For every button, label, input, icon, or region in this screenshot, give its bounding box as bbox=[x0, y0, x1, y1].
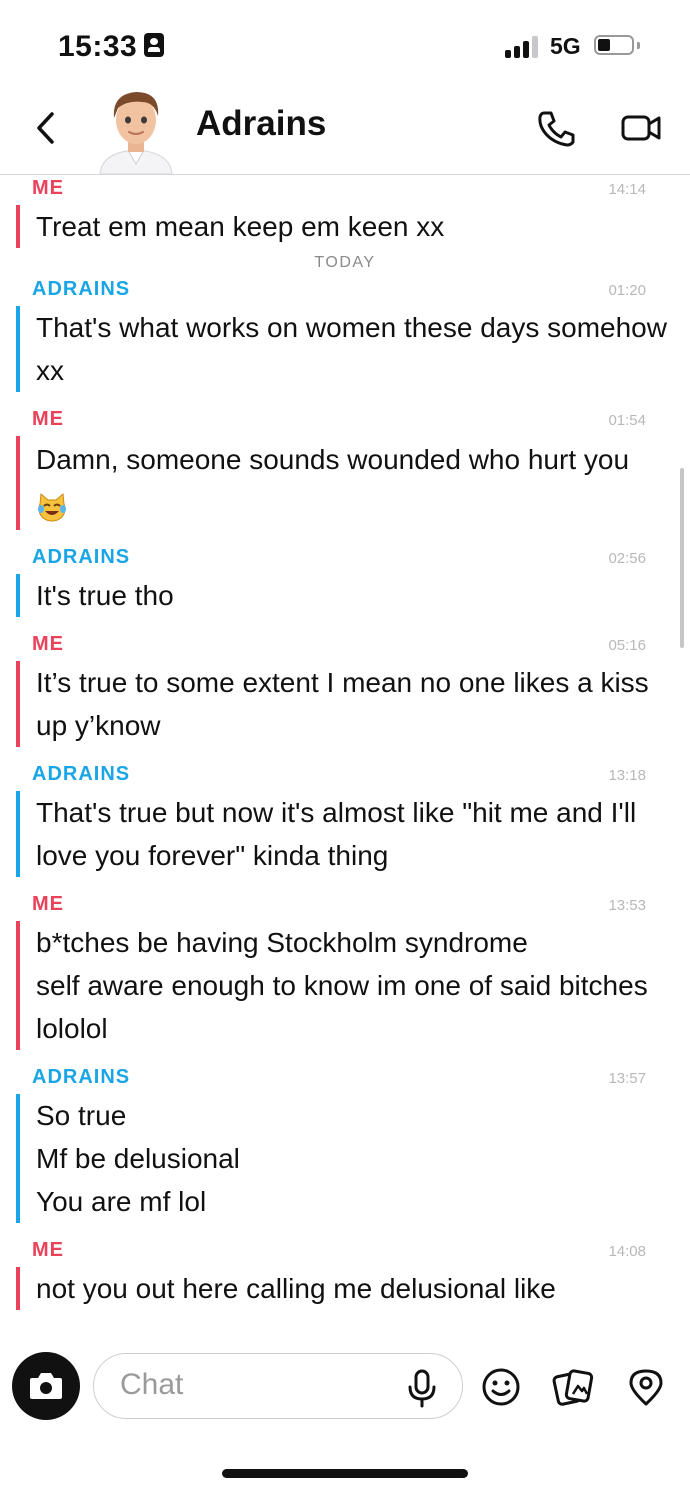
location-pin-icon[interactable] bbox=[625, 1366, 667, 1408]
back-arrow-icon[interactable] bbox=[30, 108, 64, 148]
status-bar: 15:33 5G bbox=[0, 0, 690, 88]
message-text: Damn, someone sounds wounded who hurt yo… bbox=[16, 436, 670, 530]
video-call-icon[interactable] bbox=[620, 108, 662, 148]
sender-label: ADRAINS bbox=[32, 546, 131, 568]
chat-input-placeholder: Chat bbox=[120, 1368, 184, 1401]
chat-header: Adrains bbox=[0, 88, 690, 175]
camera-button[interactable] bbox=[12, 1352, 80, 1420]
message-time: 02:56 bbox=[608, 550, 646, 567]
signal-icon bbox=[505, 36, 539, 58]
camera-icon bbox=[30, 1373, 62, 1399]
message-item[interactable]: ME 01:54 Damn, someone sounds wounded who… bbox=[0, 406, 690, 530]
battery-icon bbox=[594, 35, 634, 55]
message-item[interactable]: ADRAINS 13:18 That's true but now it's al… bbox=[0, 761, 690, 877]
microphone-icon[interactable] bbox=[404, 1368, 440, 1408]
chat-input[interactable]: Chat bbox=[93, 1353, 463, 1419]
composer-bar: Chat bbox=[0, 1340, 690, 1493]
home-indicator[interactable] bbox=[222, 1469, 468, 1478]
message-time: 13:57 bbox=[608, 1070, 646, 1087]
battery-cap bbox=[637, 42, 640, 49]
message-time: 14:14 bbox=[608, 181, 646, 198]
scrollbar[interactable] bbox=[680, 468, 684, 648]
message-time: 01:20 bbox=[608, 282, 646, 299]
id-card-icon bbox=[144, 33, 164, 57]
phone-icon[interactable] bbox=[536, 108, 578, 148]
message-item[interactable]: ME 14:08 not you out here calling me delu… bbox=[0, 1237, 690, 1310]
message-list[interactable]: ME 14:14 Treat em mean keep em keen xx TO… bbox=[0, 175, 690, 1340]
network-label: 5G bbox=[550, 33, 581, 59]
sender-label: ME bbox=[32, 1239, 64, 1261]
message-text: That's true but now it's almost like "hi… bbox=[16, 791, 670, 877]
sender-label: ADRAINS bbox=[32, 763, 131, 785]
message-text: It’s true to some extent I mean no one l… bbox=[16, 661, 670, 747]
message-item[interactable]: ADRAINS 02:56 It's true tho bbox=[0, 544, 690, 617]
message-text: b*tches be having Stockholm syndrome sel… bbox=[16, 921, 670, 1050]
message-item[interactable]: ADRAINS 01:20 That's what works on women … bbox=[0, 276, 690, 392]
message-time: 14:08 bbox=[608, 1243, 646, 1260]
message-text: So true Mf be delusional You are mf lol bbox=[16, 1094, 670, 1223]
battery-fill bbox=[598, 39, 610, 51]
smiley-icon[interactable] bbox=[480, 1366, 522, 1408]
message-text-content: Damn, someone sounds wounded who hurt yo… bbox=[36, 444, 630, 475]
memories-cards-icon[interactable] bbox=[552, 1366, 594, 1408]
sender-label: ME bbox=[32, 893, 64, 915]
avatar[interactable] bbox=[98, 80, 174, 174]
message-item[interactable]: ME 05:16 It’s true to some extent I mean … bbox=[0, 631, 690, 747]
status-time: 15:33 bbox=[58, 30, 138, 63]
message-text: not you out here calling me delusional l… bbox=[16, 1267, 670, 1310]
message-text: Treat em mean keep em keen xx bbox=[16, 205, 670, 248]
message-item[interactable]: ADRAINS 13:57 So true Mf be delusional Yo… bbox=[0, 1064, 690, 1223]
sender-label: ADRAINS bbox=[32, 1066, 131, 1088]
sender-label: ME bbox=[32, 408, 64, 430]
message-text: That's what works on women these days so… bbox=[16, 306, 670, 392]
message-text: It's true tho bbox=[16, 574, 670, 617]
message-time: 13:18 bbox=[608, 767, 646, 784]
message-time: 05:16 bbox=[608, 637, 646, 654]
message-item[interactable]: ME 13:53 b*tches be having Stockholm synd… bbox=[0, 891, 690, 1050]
sender-label: ADRAINS bbox=[32, 278, 131, 300]
cat-tears-of-joy-icon bbox=[38, 492, 66, 522]
message-time: 01:54 bbox=[608, 412, 646, 429]
sender-label: ME bbox=[32, 177, 64, 199]
day-separator: TODAY bbox=[314, 254, 376, 271]
message-time: 13:53 bbox=[608, 897, 646, 914]
sender-label: ME bbox=[32, 633, 64, 655]
contact-name[interactable]: Adrains bbox=[196, 104, 326, 144]
message-item[interactable]: ME 14:14 Treat em mean keep em keen xx bbox=[0, 175, 690, 248]
